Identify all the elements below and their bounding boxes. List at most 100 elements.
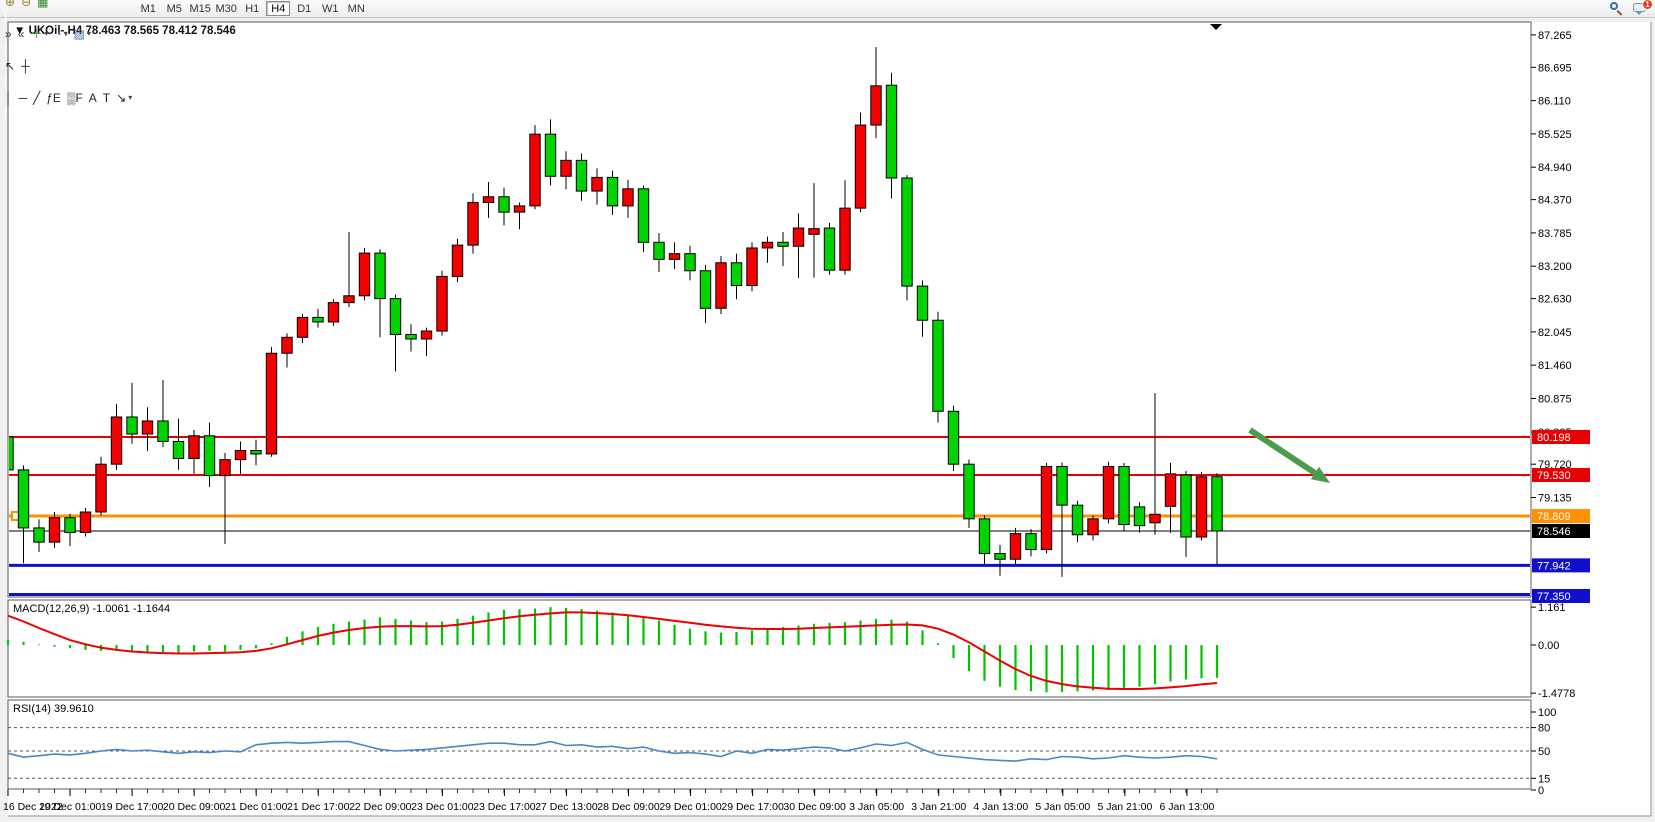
timeframe-button-m5[interactable]: M5 <box>162 1 186 16</box>
toolbar-buttons: ▤新订单◆▥◉▶自动交易╫▮╱⊕⊖▦»«＋▾◔▾▨▾↖┼│─╱ƒE▒FAT↘▾ <box>2 0 135 121</box>
periods-icon: ◔ <box>54 27 61 41</box>
timeframe-button-d1[interactable]: D1 <box>292 1 316 16</box>
timeframe-button-w1[interactable]: W1 <box>318 1 342 16</box>
vertical-line-icon: │ <box>5 91 13 105</box>
timeframe-button-m15[interactable]: M15 <box>188 1 212 16</box>
arrows-tool-icon[interactable]: ↘▾ <box>113 90 135 106</box>
bull-candle <box>421 331 431 339</box>
vertical-line-icon[interactable]: │ <box>2 90 16 106</box>
chart-shift-icon: « <box>18 27 25 41</box>
time-tick-label: 21 Dec 17:00 <box>287 801 350 813</box>
bull-candle <box>220 460 230 476</box>
bear-candle <box>638 189 648 242</box>
toolbar-separator <box>5 11 6 25</box>
notifications-icon[interactable]: 1 <box>1633 1 1649 15</box>
bear-candle <box>886 85 896 178</box>
periods-icon[interactable]: ◔▾ <box>51 26 70 42</box>
bear-candle <box>173 441 183 458</box>
zoom-out-icon: ⊖ <box>21 0 31 9</box>
add-indicator-icon[interactable]: ＋▾ <box>27 26 51 42</box>
bear-candle <box>700 271 710 309</box>
price-badge-label: 78.809 <box>1537 511 1571 523</box>
bull-candle <box>1010 534 1020 560</box>
time-tick-label: 21 Dec 01:00 <box>225 801 288 813</box>
price-badge-label: 80.198 <box>1537 432 1571 444</box>
time-tick-label: 22 Dec 09:00 <box>349 801 412 813</box>
bull-candle <box>437 276 447 331</box>
zoom-in-icon: ⊕ <box>5 0 15 9</box>
chevron-down-icon: ▾ <box>44 29 48 38</box>
rsi-scale-label: 0 <box>1538 785 1544 797</box>
trendline-icon[interactable]: ╱ <box>30 90 43 106</box>
bull-candle <box>235 451 245 460</box>
bear-candle <box>204 436 214 476</box>
bull-candle <box>1196 477 1206 537</box>
macd-label: MACD(12,26,9) -1.0061 -1.1644 <box>13 603 170 615</box>
price-badge-label: 77.942 <box>1537 560 1571 572</box>
horizontal-line-icon: ─ <box>19 91 28 105</box>
bear-candle <box>576 160 586 191</box>
channel-icon[interactable]: ▒F <box>64 90 86 106</box>
bull-candle <box>96 464 106 512</box>
bull-candle <box>762 242 772 248</box>
timeframe-button-mn[interactable]: MN <box>344 1 368 16</box>
search-icon[interactable] <box>1609 1 1623 15</box>
bull-candle <box>855 125 865 208</box>
time-tick-label: 3 Jan 21:00 <box>911 801 966 813</box>
auto-scroll-icon[interactable]: » <box>2 26 15 42</box>
rsi-scale-label: 80 <box>1538 723 1550 735</box>
bear-candle <box>607 177 617 205</box>
price-tick-label: 86.695 <box>1538 62 1572 74</box>
trendline-icon: ╱ <box>33 91 40 105</box>
time-tick-label: 23 Dec 01:00 <box>411 801 474 813</box>
time-tick-label: 27 Dec 13:00 <box>535 801 598 813</box>
bear-candle <box>824 228 834 270</box>
bull-candle <box>669 254 679 260</box>
chart-shift-icon[interactable]: « <box>15 26 28 42</box>
text-icon[interactable]: A <box>86 90 100 106</box>
bull-candle <box>623 189 633 206</box>
zoom-out-icon[interactable]: ⊖ <box>18 0 34 10</box>
text-label-icon[interactable]: T <box>100 90 113 106</box>
horizontal-line-icon[interactable]: ─ <box>16 90 31 106</box>
rsi-scale-label: 50 <box>1538 746 1550 758</box>
price-badge-label: 78.546 <box>1537 526 1571 538</box>
bear-candle <box>1134 507 1144 526</box>
tile-windows-icon: ▦ <box>37 0 48 9</box>
bear-candle <box>313 317 323 322</box>
main-price-pane[interactable] <box>8 22 1531 597</box>
fibonacci-icon[interactable]: ƒE <box>43 90 64 106</box>
bull-candle <box>266 353 276 454</box>
chevron-down-icon: ▾ <box>128 93 132 102</box>
bull-candle <box>468 202 478 245</box>
bear-candle <box>1181 475 1191 537</box>
toolbar-separator <box>5 107 6 121</box>
crosshair-icon[interactable]: ┼ <box>18 58 33 74</box>
price-badge-label: 79.530 <box>1537 470 1571 482</box>
toolbar-separator <box>5 43 6 57</box>
macd-pane[interactable] <box>8 600 1531 697</box>
chart-canvas[interactable]: ▼ UKOil-,H4 78.463 78.565 78.412 78.5468… <box>0 18 1655 822</box>
tile-windows-icon[interactable]: ▦ <box>34 0 51 10</box>
time-tick-label: 5 Jan 21:00 <box>1097 801 1152 813</box>
bull-candle <box>359 253 369 296</box>
bear-candle <box>375 253 385 299</box>
macd-scale-label: 0.00 <box>1538 640 1559 652</box>
timeframe-button-m30[interactable]: M30 <box>214 1 238 16</box>
bear-candle <box>1026 534 1036 550</box>
bull-candle <box>282 337 292 353</box>
templates-icon: ▨ <box>74 27 85 41</box>
timeframe-button-m1[interactable]: M1 <box>136 1 160 16</box>
price-tick-label: 83.785 <box>1538 228 1572 240</box>
notification-badge: 1 <box>1642 0 1653 10</box>
timeframe-button-h4[interactable]: H4 <box>266 1 290 16</box>
timeframe-button-h1[interactable]: H1 <box>240 1 264 16</box>
bull-candle <box>80 512 90 532</box>
toolbar: ▤新订单◆▥◉▶自动交易╫▮╱⊕⊖▦»«＋▾◔▾▨▾↖┼│─╱ƒE▒FAT↘▾ … <box>0 0 1655 18</box>
cursor-icon: ↖ <box>5 59 15 73</box>
rsi-pane[interactable] <box>8 700 1531 789</box>
zoom-in-icon[interactable]: ⊕ <box>2 0 18 10</box>
templates-icon[interactable]: ▨▾ <box>71 26 94 42</box>
rsi-scale-label: 100 <box>1538 707 1556 719</box>
cursor-icon[interactable]: ↖ <box>2 58 18 74</box>
